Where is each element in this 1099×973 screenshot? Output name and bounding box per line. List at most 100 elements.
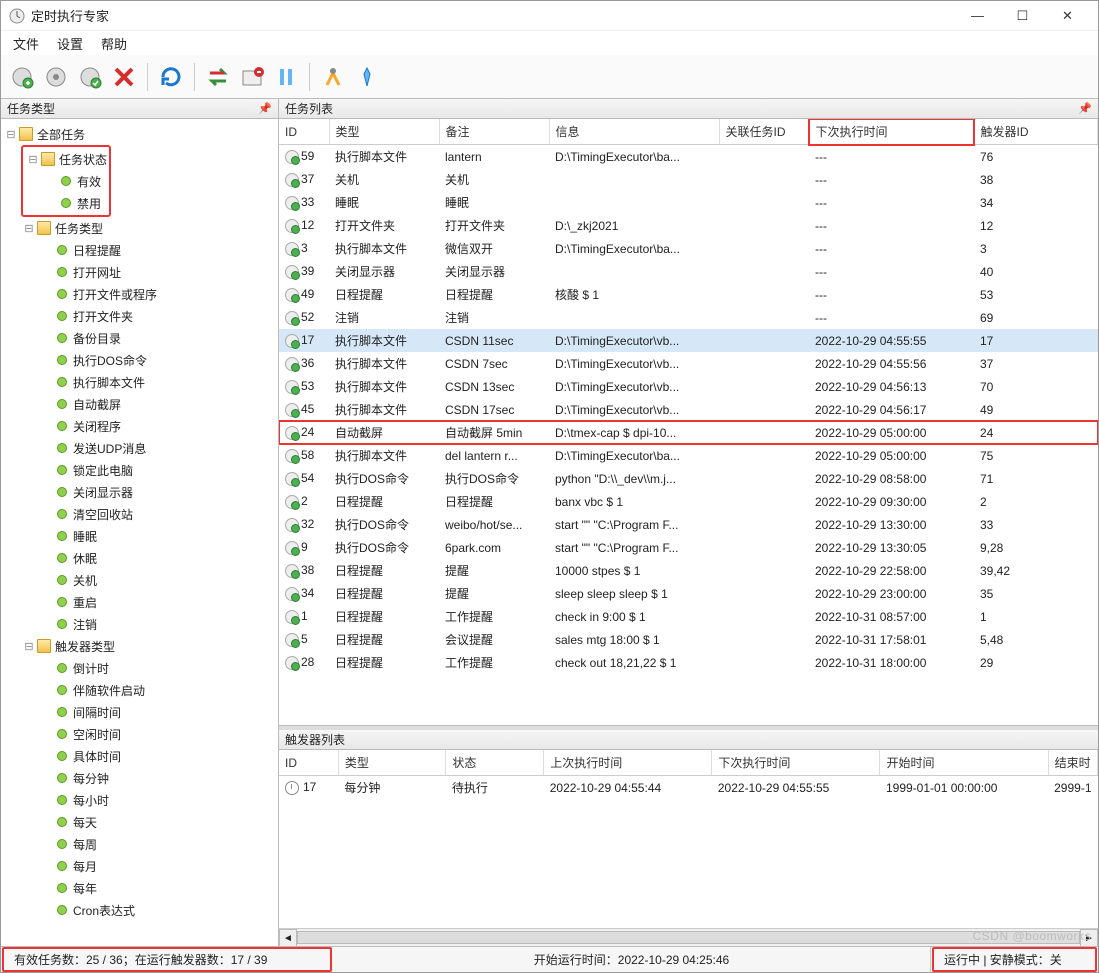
tree-node[interactable]: 具体时间 — [3, 745, 276, 767]
task-row[interactable]: 58执行脚本文件del lantern r...D:\TimingExecuto… — [279, 444, 1098, 467]
tree-node[interactable]: ⊟任务类型 — [3, 217, 276, 239]
tree-label: 自动截屏 — [73, 396, 121, 413]
remove-button[interactable] — [237, 62, 267, 92]
tree-node[interactable]: 自动截屏 — [3, 393, 276, 415]
task-row[interactable]: 34日程提醒提醒sleep sleep sleep $ 12022-10-29 … — [279, 582, 1098, 605]
task-row[interactable]: 1日程提醒工作提醒check in 9:00 $ 12022-10-31 08:… — [279, 605, 1098, 628]
tree-node[interactable]: 执行脚本文件 — [3, 371, 276, 393]
minimize-button[interactable]: — — [955, 2, 1000, 30]
tree-node[interactable]: 备份目录 — [3, 327, 276, 349]
tree-node[interactable]: 注销 — [3, 613, 276, 635]
trigger-col-header[interactable]: ID — [279, 750, 338, 776]
tree-label: 发送UDP消息 — [73, 440, 146, 457]
task-row[interactable]: 33睡眠睡眠---34 — [279, 191, 1098, 214]
tree-node[interactable]: 间隔时间 — [3, 701, 276, 723]
task-row[interactable]: 45执行脚本文件CSDN 17secD:\TimingExecutor\vb..… — [279, 398, 1098, 421]
tree-node[interactable]: Cron表达式 — [3, 899, 276, 921]
tree-node[interactable]: 清空回收站 — [3, 503, 276, 525]
edit-task-button[interactable] — [41, 62, 71, 92]
add-task-button[interactable] — [7, 62, 37, 92]
tree-node[interactable]: 每年 — [3, 877, 276, 899]
swap-button[interactable] — [203, 62, 233, 92]
tree-node[interactable]: 关机 — [3, 569, 276, 591]
trigger-col-header[interactable]: 开始时间 — [880, 750, 1048, 776]
task-row[interactable]: 49日程提醒日程提醒核酸 $ 1---53 — [279, 283, 1098, 306]
task-col-header[interactable]: ID — [279, 119, 329, 145]
task-col-header[interactable]: 下次执行时间 — [809, 119, 974, 145]
task-row[interactable]: 38日程提醒提醒10000 stpes $ 12022-10-29 22:58:… — [279, 559, 1098, 582]
menu-settings[interactable]: 设置 — [57, 34, 83, 53]
task-status-icon — [285, 219, 299, 233]
task-row[interactable]: 12打开文件夹打开文件夹D:\_zkj2021---12 — [279, 214, 1098, 237]
tree-node[interactable]: 关闭程序 — [3, 415, 276, 437]
tree-node[interactable]: 关闭显示器 — [3, 481, 276, 503]
tree-node[interactable]: 每小时 — [3, 789, 276, 811]
task-row[interactable]: 5日程提醒会议提醒sales mtg 18:00 $ 12022-10-31 1… — [279, 628, 1098, 651]
tree-node[interactable]: 禁用 — [25, 192, 107, 214]
tree-node[interactable]: 重启 — [3, 591, 276, 613]
trigger-row[interactable]: 17每分钟待执行2022-10-29 04:55:442022-10-29 04… — [279, 776, 1098, 800]
tree-node[interactable]: 打开文件或程序 — [3, 283, 276, 305]
task-col-header[interactable]: 类型 — [329, 119, 439, 145]
tree-node[interactable]: 有效 — [25, 170, 107, 192]
close-button[interactable]: ✕ — [1045, 2, 1090, 30]
pin-icon[interactable]: 📌 — [258, 102, 272, 115]
task-row[interactable]: 37关机关机---38 — [279, 168, 1098, 191]
tree-node[interactable]: 每周 — [3, 833, 276, 855]
maximize-button[interactable]: ☐ — [1000, 2, 1045, 30]
task-row[interactable]: 2日程提醒日程提醒banx vbc $ 12022-10-29 09:30:00… — [279, 490, 1098, 513]
tree-node[interactable]: 每天 — [3, 811, 276, 833]
confirm-task-button[interactable] — [75, 62, 105, 92]
tree-node[interactable]: ⊟全部任务 — [3, 123, 276, 145]
trigger-col-header[interactable]: 下次执行时间 — [712, 750, 880, 776]
task-col-header[interactable]: 备注 — [439, 119, 549, 145]
tree-node[interactable]: 每分钟 — [3, 767, 276, 789]
task-type-tree[interactable]: ⊟全部任务 ⊟任务状态有效禁用 ⊟任务类型日程提醒打开网址打开文件或程序打开文件夹备… — [1, 119, 278, 946]
trigger-col-header[interactable]: 上次执行时间 — [544, 750, 712, 776]
task-row[interactable]: 28日程提醒工作提醒check out 18,21,22 $ 12022-10-… — [279, 651, 1098, 674]
task-row[interactable]: 52注销注销---69 — [279, 306, 1098, 329]
task-list[interactable]: ID类型备注信息关联任务ID下次执行时间触发器ID 59执行脚本文件lanter… — [279, 119, 1098, 725]
tree-node[interactable]: 休眠 — [3, 547, 276, 569]
tree-node[interactable]: 发送UDP消息 — [3, 437, 276, 459]
trigger-col-header[interactable]: 结束时 — [1048, 750, 1097, 776]
task-col-header[interactable]: 关联任务ID — [719, 119, 809, 145]
menu-help[interactable]: 帮助 — [101, 34, 127, 53]
task-row[interactable]: 24自动截屏自动截屏 5minD:\tmex-cap $ dpi-10...20… — [279, 421, 1098, 444]
status-run-mode: 运行中 | 安静模式：关 — [932, 947, 1097, 972]
task-row[interactable]: 36执行脚本文件CSDN 7secD:\TimingExecutor\vb...… — [279, 352, 1098, 375]
trigger-col-header[interactable]: 类型 — [338, 750, 446, 776]
tree-node[interactable]: 伴随软件启动 — [3, 679, 276, 701]
tree-node[interactable]: 打开文件夹 — [3, 305, 276, 327]
task-row[interactable]: 39关闭显示器关闭显示器---40 — [279, 260, 1098, 283]
tree-node[interactable]: 锁定此电脑 — [3, 459, 276, 481]
task-row[interactable]: 32执行DOS命令weibo/hot/se...start "" "C:\Pro… — [279, 513, 1098, 536]
trigger-col-header[interactable]: 状态 — [446, 750, 544, 776]
pin-button[interactable] — [352, 62, 382, 92]
tree-node[interactable]: ⊟任务状态 — [25, 148, 107, 170]
tree-node[interactable]: 打开网址 — [3, 261, 276, 283]
tree-node[interactable]: 执行DOS命令 — [3, 349, 276, 371]
pin-icon[interactable]: 📌 — [1078, 102, 1092, 115]
tree-node[interactable]: 睡眠 — [3, 525, 276, 547]
task-row[interactable]: 59执行脚本文件lanternD:\TimingExecutor\ba...--… — [279, 145, 1098, 169]
pause-button[interactable] — [271, 62, 301, 92]
trigger-list[interactable]: ID类型状态上次执行时间下次执行时间开始时间结束时 17每分钟待执行2022-1… — [279, 750, 1098, 928]
task-col-header[interactable]: 触发器ID — [974, 119, 1098, 145]
tree-node[interactable]: 空闲时间 — [3, 723, 276, 745]
task-row[interactable]: 17执行脚本文件CSDN 11secD:\TimingExecutor\vb..… — [279, 329, 1098, 352]
task-row[interactable]: 54执行DOS命令执行DOS命令python "D:\\_dev\\m.j...… — [279, 467, 1098, 490]
delete-task-button[interactable] — [109, 62, 139, 92]
tools-button[interactable] — [318, 62, 348, 92]
tree-node[interactable]: 每月 — [3, 855, 276, 877]
tree-node[interactable]: 日程提醒 — [3, 239, 276, 261]
tree-node[interactable]: ⊟触发器类型 — [3, 635, 276, 657]
task-row[interactable]: 3执行脚本文件微信双开D:\TimingExecutor\ba...---3 — [279, 237, 1098, 260]
task-row[interactable]: 9执行DOS命令6park.comstart "" "C:\Program F.… — [279, 536, 1098, 559]
tree-node[interactable]: 倒计时 — [3, 657, 276, 679]
task-row[interactable]: 53执行脚本文件CSDN 13secD:\TimingExecutor\vb..… — [279, 375, 1098, 398]
refresh-button[interactable] — [156, 62, 186, 92]
menu-file[interactable]: 文件 — [13, 34, 39, 53]
tree-label: 休眠 — [73, 550, 97, 567]
task-col-header[interactable]: 信息 — [549, 119, 719, 145]
